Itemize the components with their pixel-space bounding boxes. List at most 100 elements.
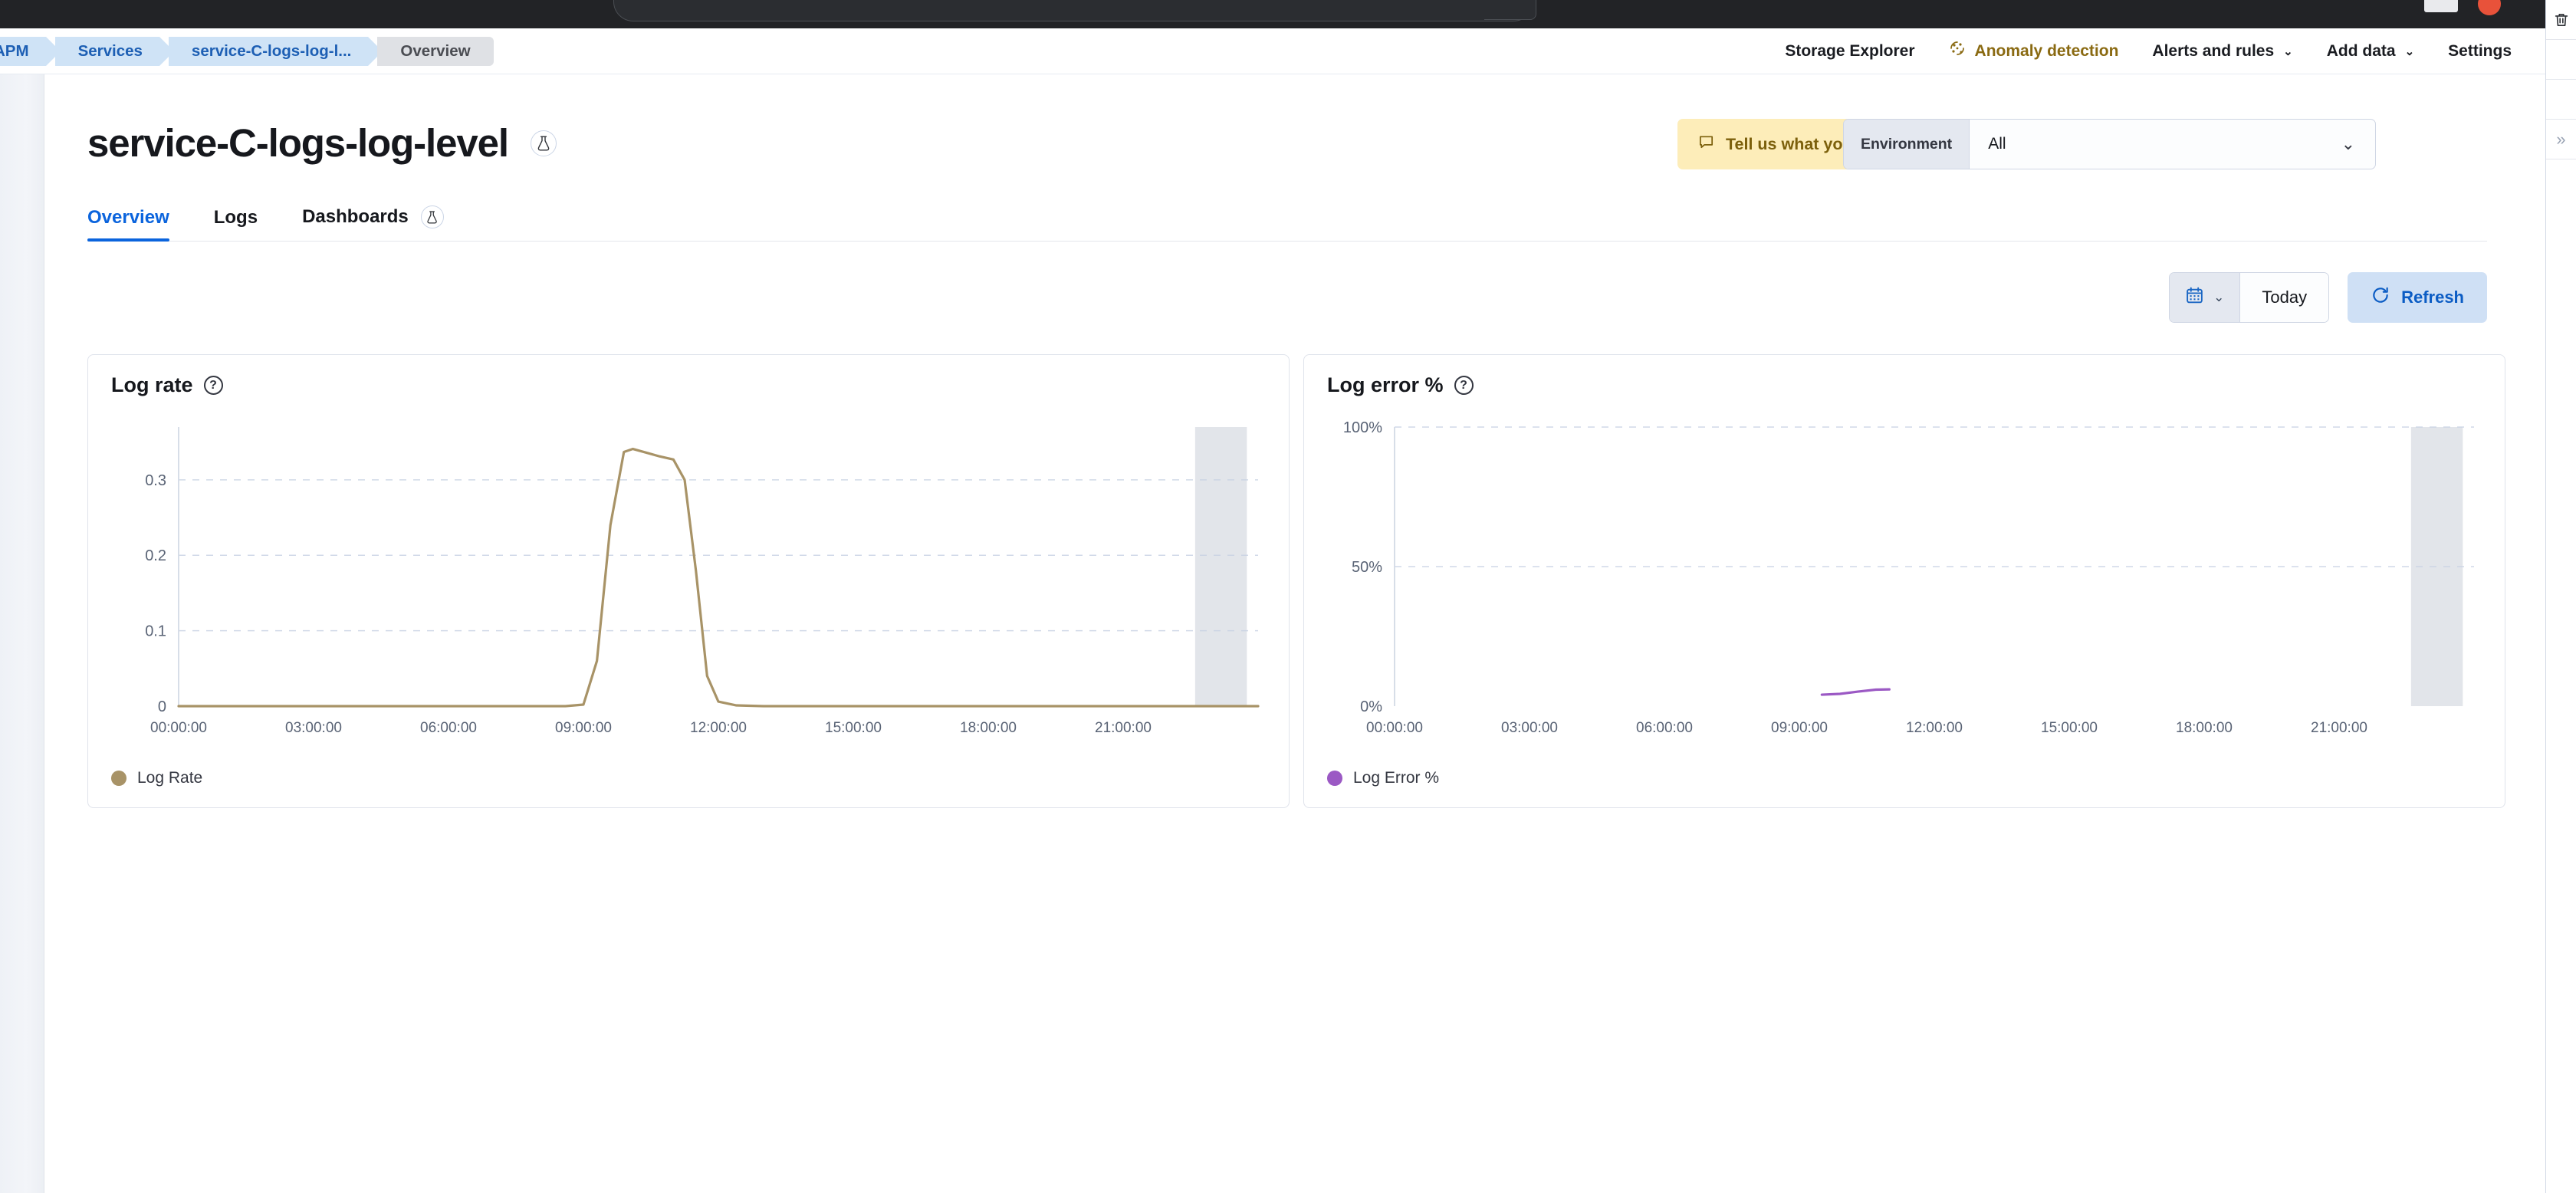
- svg-text:06:00:00: 06:00:00: [1636, 720, 1693, 736]
- topnav-label: Add data: [2326, 42, 2396, 60]
- tab-overview[interactable]: Overview: [87, 207, 180, 242]
- chevron-down-icon: ⌄: [2213, 290, 2225, 304]
- question-mark-icon[interactable]: ?: [203, 376, 223, 395]
- breadcrumb-item-overview[interactable]: Overview: [377, 37, 494, 66]
- svg-text:12:00:00: 12:00:00: [690, 720, 747, 736]
- svg-text:0%: 0%: [1360, 698, 1382, 715]
- panel-log-error: Log error % ? 0% 50% 100% 00:00:00 03:00:00 0…: [1303, 354, 2505, 808]
- trash-icon[interactable]: [2546, 0, 2576, 40]
- svg-text:0.1: 0.1: [145, 623, 166, 640]
- panel-title: Log error % ?: [1327, 373, 1474, 397]
- browser-toolbar-button[interactable]: [2424, 0, 2458, 12]
- topnav-item-alerts-and-rules[interactable]: Alerts and rules ⌄: [2135, 28, 2309, 74]
- environment-selector[interactable]: Environment All ⌄: [1843, 119, 2376, 169]
- refresh-icon: [2371, 285, 2390, 310]
- svg-text:21:00:00: 21:00:00: [2311, 720, 2367, 736]
- topnav-item-storage-explorer[interactable]: Storage Explorer: [1768, 28, 1931, 74]
- topnav-item-anomaly-detection[interactable]: Anomaly detection: [1932, 28, 2136, 74]
- chevron-down-icon: ⌄: [2404, 45, 2415, 58]
- svg-text:03:00:00: 03:00:00: [1501, 720, 1558, 736]
- tab-bar: Overview Logs Dashboards: [87, 197, 2487, 242]
- svg-text:18:00:00: 18:00:00: [960, 720, 1017, 736]
- tab-dashboards[interactable]: Dashboards: [302, 205, 455, 241]
- svg-text:09:00:00: 09:00:00: [1771, 720, 1828, 736]
- tab-label: Overview: [87, 207, 169, 228]
- topnav-item-settings[interactable]: Settings: [2431, 28, 2528, 74]
- date-picker-quick-menu-button[interactable]: ⌄: [2170, 273, 2241, 322]
- topnav-item-add-data[interactable]: Add data ⌄: [2310, 28, 2431, 74]
- legend-color-swatch: [111, 771, 127, 786]
- browser-chrome: [0, 0, 2576, 28]
- tab-logs[interactable]: Logs: [214, 207, 268, 241]
- double-chevron-right-icon[interactable]: »: [2546, 120, 2576, 159]
- svg-text:09:00:00: 09:00:00: [555, 720, 612, 736]
- environment-label: Environment: [1844, 120, 1970, 169]
- svg-text:0.2: 0.2: [145, 547, 166, 564]
- svg-text:21:00:00: 21:00:00: [1095, 720, 1152, 736]
- browser-profile-avatar[interactable]: [2478, 0, 2501, 15]
- topnav-label: Storage Explorer: [1785, 42, 1915, 60]
- refresh-button[interactable]: Refresh: [2348, 272, 2487, 323]
- breadcrumb-label: Services: [77, 42, 143, 60]
- legend-color-swatch: [1327, 771, 1342, 786]
- date-picker[interactable]: ⌄ Today: [2169, 272, 2330, 323]
- svg-text:03:00:00: 03:00:00: [285, 720, 342, 736]
- page-title: service-C-logs-log-level: [87, 111, 557, 176]
- panel-log-rate: Log rate ? 0 0.1 0.2 0.3 00:00:00 03:00:00 06:…: [87, 354, 1290, 808]
- chevron-down-icon: ⌄: [2283, 45, 2293, 58]
- legend-label[interactable]: Log Error %: [1353, 769, 1439, 787]
- left-gutter: [0, 28, 44, 1193]
- chart-legend: Log Rate: [111, 769, 202, 787]
- svg-text:12:00:00: 12:00:00: [1906, 720, 1963, 736]
- svg-text:0: 0: [158, 698, 166, 715]
- topnav-label: Anomaly detection: [1974, 42, 2119, 60]
- app-content: service-C-logs-log-level Tell us what yo…: [44, 74, 2530, 1193]
- anomaly-detection-icon: [1949, 40, 1967, 63]
- rail-slot-1[interactable]: [2546, 40, 2576, 80]
- legend-label[interactable]: Log Rate: [137, 769, 202, 787]
- svg-text:0.3: 0.3: [145, 472, 166, 489]
- calendar-icon: [2185, 286, 2204, 309]
- page-header: service-C-logs-log-level Tell us what yo…: [87, 111, 2487, 176]
- tab-label: Dashboards: [302, 206, 409, 227]
- breadcrumb-label: APM: [0, 42, 29, 60]
- log-error-chart[interactable]: 0% 50% 100% 00:00:00 03:00:00 06:00:00 09:00:0…: [1304, 410, 2505, 757]
- date-controls: ⌄ Today Refresh: [2169, 272, 2487, 323]
- breadcrumb-label: service-C-logs-log-l...: [191, 42, 352, 60]
- chart-legend: Log Error %: [1327, 769, 1439, 787]
- breadcrumb-item-services[interactable]: Services: [54, 37, 175, 66]
- svg-text:18:00:00: 18:00:00: [2176, 720, 2233, 736]
- date-range-value[interactable]: Today: [2240, 273, 2329, 322]
- environment-value[interactable]: All: [1970, 120, 2341, 169]
- topnav-label: Settings: [2448, 42, 2512, 60]
- beaker-icon: [420, 205, 444, 228]
- breadcrumb-item-apm[interactable]: APM: [0, 37, 61, 66]
- top-navigation: Storage Explorer Anomaly detection Alert…: [1768, 28, 2528, 74]
- comment-icon: [1697, 133, 1715, 156]
- right-side-rail: »: [2545, 0, 2576, 1193]
- tab-label: Logs: [213, 207, 258, 228]
- browser-address-bar-endcap[interactable]: [1484, 0, 1536, 20]
- svg-text:15:00:00: 15:00:00: [2041, 720, 2098, 736]
- panel-title-text: Log rate: [111, 373, 193, 396]
- svg-text:15:00:00: 15:00:00: [825, 720, 882, 736]
- panel-title: Log rate ?: [111, 373, 223, 397]
- topnav-label: Alerts and rules: [2152, 42, 2275, 60]
- svg-text:06:00:00: 06:00:00: [420, 720, 477, 736]
- breadcrumb: APM Services service-C-logs-log-l... Ove…: [0, 37, 494, 66]
- svg-text:00:00:00: 00:00:00: [1366, 720, 1423, 736]
- breadcrumb-item-service[interactable]: service-C-logs-log-l...: [168, 37, 383, 66]
- svg-text:100%: 100%: [1343, 419, 1382, 436]
- svg-text:00:00:00: 00:00:00: [150, 720, 207, 736]
- question-mark-icon[interactable]: ?: [1454, 376, 1474, 395]
- panel-title-text: Log error %: [1327, 373, 1444, 396]
- refresh-label: Refresh: [2401, 288, 2464, 307]
- log-rate-chart[interactable]: 0 0.1 0.2 0.3 00:00:00 03:00:00 06:00:00 09:00:…: [88, 410, 1289, 757]
- page-title-text: service-C-logs-log-level: [87, 121, 509, 165]
- breadcrumb-label: Overview: [400, 42, 471, 60]
- beaker-icon: [531, 130, 557, 156]
- rail-slot-2[interactable]: [2546, 80, 2576, 120]
- chevron-down-icon[interactable]: ⌄: [2341, 120, 2375, 169]
- svg-text:50%: 50%: [1352, 559, 1382, 576]
- browser-address-bar[interactable]: [613, 0, 1533, 21]
